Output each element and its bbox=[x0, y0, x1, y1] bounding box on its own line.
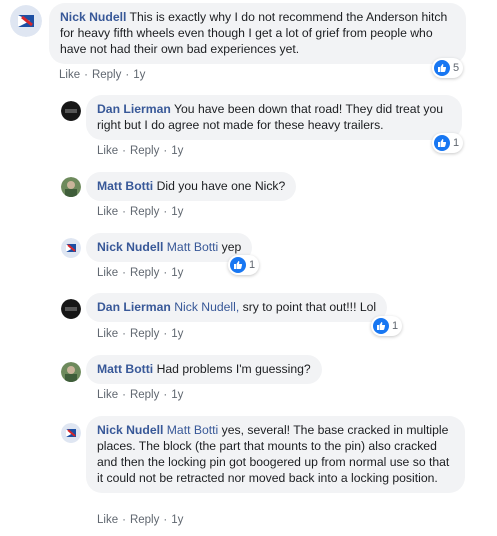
comment-timestamp[interactable]: 1y bbox=[171, 145, 183, 157]
like-button[interactable]: Like bbox=[97, 389, 118, 401]
comment-actions: Like · Reply · 1y bbox=[97, 206, 184, 218]
like-button[interactable]: Like bbox=[97, 514, 118, 526]
dan-avatar-icon bbox=[61, 101, 81, 121]
like-reaction-icon bbox=[230, 257, 246, 273]
reply-button[interactable]: Reply bbox=[130, 145, 159, 157]
comment-author[interactable]: Dan Lierman bbox=[97, 300, 171, 314]
reply-button[interactable]: Reply bbox=[130, 328, 159, 340]
comment-text: sry to point that out!!! Lol bbox=[242, 300, 377, 314]
comment-actions: Like · Reply · 1y bbox=[97, 267, 184, 279]
reply-button[interactable]: Reply bbox=[130, 514, 159, 526]
comment: Nick Nudell This is exactly why I do not… bbox=[0, 0, 497, 90]
comment-author[interactable]: Dan Lierman bbox=[97, 102, 171, 116]
comment-timestamp[interactable]: 1y bbox=[171, 514, 183, 526]
comment-author[interactable]: Matt Botti bbox=[97, 362, 153, 376]
comment-text: yep bbox=[221, 240, 242, 254]
comment-author[interactable]: Nick Nudell bbox=[97, 423, 163, 437]
comment-bubble: Matt Botti Had problems I'm guessing? bbox=[86, 355, 322, 384]
avatar[interactable] bbox=[61, 299, 81, 319]
nick-avatar-icon bbox=[61, 423, 81, 443]
like-reaction-icon bbox=[373, 318, 389, 334]
reaction-count[interactable]: 1 bbox=[371, 316, 403, 336]
like-button[interactable]: Like bbox=[97, 328, 118, 340]
comment-actions: Like · Reply · 1y bbox=[97, 514, 184, 526]
comment-mention[interactable]: Nick Nudell, bbox=[174, 300, 239, 314]
reply-button[interactable]: Reply bbox=[92, 69, 121, 81]
reply-button[interactable]: Reply bbox=[130, 206, 159, 218]
comment-mention[interactable]: Matt Botti bbox=[167, 240, 218, 254]
comment-text: Had problems I'm guessing? bbox=[156, 362, 311, 376]
avatar[interactable] bbox=[61, 101, 81, 121]
avatar[interactable] bbox=[61, 177, 81, 197]
avatar[interactable] bbox=[61, 362, 81, 382]
comment-bubble: Dan Lierman You have been down that road… bbox=[86, 95, 462, 140]
comment-timestamp[interactable]: 1y bbox=[171, 206, 183, 218]
comment-timestamp[interactable]: 1y bbox=[171, 328, 183, 340]
comment-author[interactable]: Matt Botti bbox=[97, 179, 153, 193]
matt-avatar-icon bbox=[61, 177, 81, 197]
comment-actions: Like · Reply · 1y bbox=[97, 328, 184, 340]
comment-mention[interactable]: Matt Botti bbox=[167, 423, 218, 437]
reply-comment: Nick Nudell Matt Botti yep 1 Like · Reply ·… bbox=[0, 225, 497, 285]
comment-timestamp[interactable]: 1y bbox=[133, 69, 145, 81]
avatar[interactable] bbox=[61, 423, 81, 443]
comment-bubble: Nick Nudell This is exactly why I do not… bbox=[49, 3, 466, 64]
nick-avatar-icon bbox=[61, 238, 81, 258]
comment-actions: Like · Reply · 1y bbox=[97, 145, 184, 157]
reaction-count[interactable]: 1 bbox=[432, 133, 464, 153]
comment-bubble: Matt Botti Did you have one Nick? bbox=[86, 172, 297, 201]
comment-bubble: Dan Lierman Nick Nudell, sry to point th… bbox=[86, 293, 388, 322]
reply-button[interactable]: Reply bbox=[130, 267, 159, 279]
dan-avatar-icon bbox=[61, 299, 81, 319]
reply-comment: Dan Lierman You have been down that road… bbox=[0, 90, 497, 165]
like-button[interactable]: Like bbox=[59, 69, 80, 81]
matt-avatar-icon bbox=[61, 362, 81, 382]
reply-comment: Dan Lierman Nick Nudell, sry to point th… bbox=[0, 285, 497, 347]
reply-comment: Matt Botti Did you have one Nick? Like · R… bbox=[0, 165, 497, 225]
comment-text: Did you have one Nick? bbox=[156, 179, 286, 193]
avatar[interactable] bbox=[10, 5, 42, 37]
comment-author[interactable]: Nick Nudell bbox=[60, 10, 126, 24]
like-button[interactable]: Like bbox=[97, 145, 118, 157]
comment-actions: Like · Reply · 1y bbox=[59, 69, 146, 81]
avatar[interactable] bbox=[61, 238, 81, 258]
reply-button[interactable]: Reply bbox=[130, 389, 159, 401]
comment-timestamp[interactable]: 1y bbox=[171, 267, 183, 279]
like-button[interactable]: Like bbox=[97, 267, 118, 279]
like-reaction-icon bbox=[434, 60, 450, 76]
comment-timestamp[interactable]: 1y bbox=[171, 389, 183, 401]
comment-bubble: Nick Nudell Matt Botti yep bbox=[86, 233, 253, 262]
comment-author[interactable]: Nick Nudell bbox=[97, 240, 163, 254]
nick-avatar-icon bbox=[10, 5, 42, 37]
comment-bubble: Nick Nudell Matt Botti yes, several! The… bbox=[86, 416, 465, 493]
reply-comment: Matt Botti Had problems I'm guessing? Li… bbox=[0, 347, 497, 409]
like-button[interactable]: Like bbox=[97, 206, 118, 218]
comment-actions: Like · Reply · 1y bbox=[97, 389, 184, 401]
reply-comment: Nick Nudell Matt Botti yes, several! The… bbox=[0, 409, 497, 536]
reaction-count[interactable]: 1 bbox=[228, 255, 260, 275]
like-reaction-icon bbox=[434, 135, 450, 151]
reaction-count[interactable]: 5 bbox=[432, 58, 464, 78]
